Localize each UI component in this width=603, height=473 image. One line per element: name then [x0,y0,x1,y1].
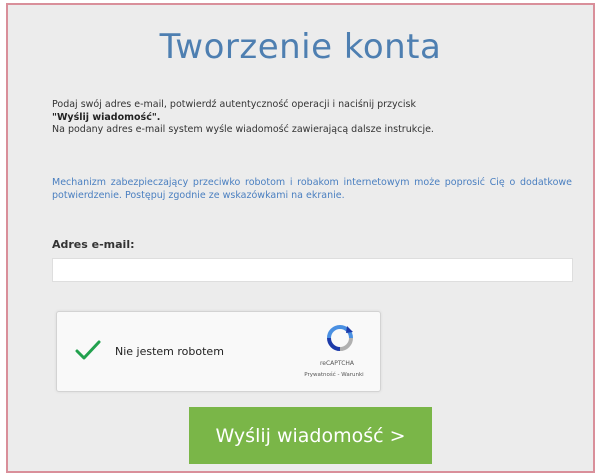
send-message-button[interactable]: Wyślij wiadomość > [189,407,432,464]
recaptcha-links[interactable]: Prywatność - Warunki [289,372,379,378]
page-title: Tworzenie konta [159,27,442,67]
intro-bold: "Wyślij wiadomość". [52,111,161,123]
intro-text: Podaj swój adres e-mail, potwierdź auten… [52,99,572,137]
captcha-notice: Mechanizm zabezpieczający przeciwko robo… [52,177,572,201]
checkmark-icon[interactable] [75,339,101,361]
captcha-label: Nie jestem robotem [115,345,224,358]
recaptcha-logo-icon [327,325,353,351]
account-panel: Tworzenie konta Podaj swój adres e-mail,… [6,3,595,473]
intro-line-1: Podaj swój adres e-mail, potwierdź auten… [52,99,416,110]
email-field[interactable] [52,258,573,282]
recaptcha-brand: reCAPTCHA [319,360,355,367]
intro-line-2: Na podany adres e-mail system wyśle wiad… [52,124,434,135]
recaptcha-widget[interactable]: Nie jestem robotem reCAPTCHA Prywatność … [56,311,381,392]
email-label: Adres e-mail: [52,238,135,251]
